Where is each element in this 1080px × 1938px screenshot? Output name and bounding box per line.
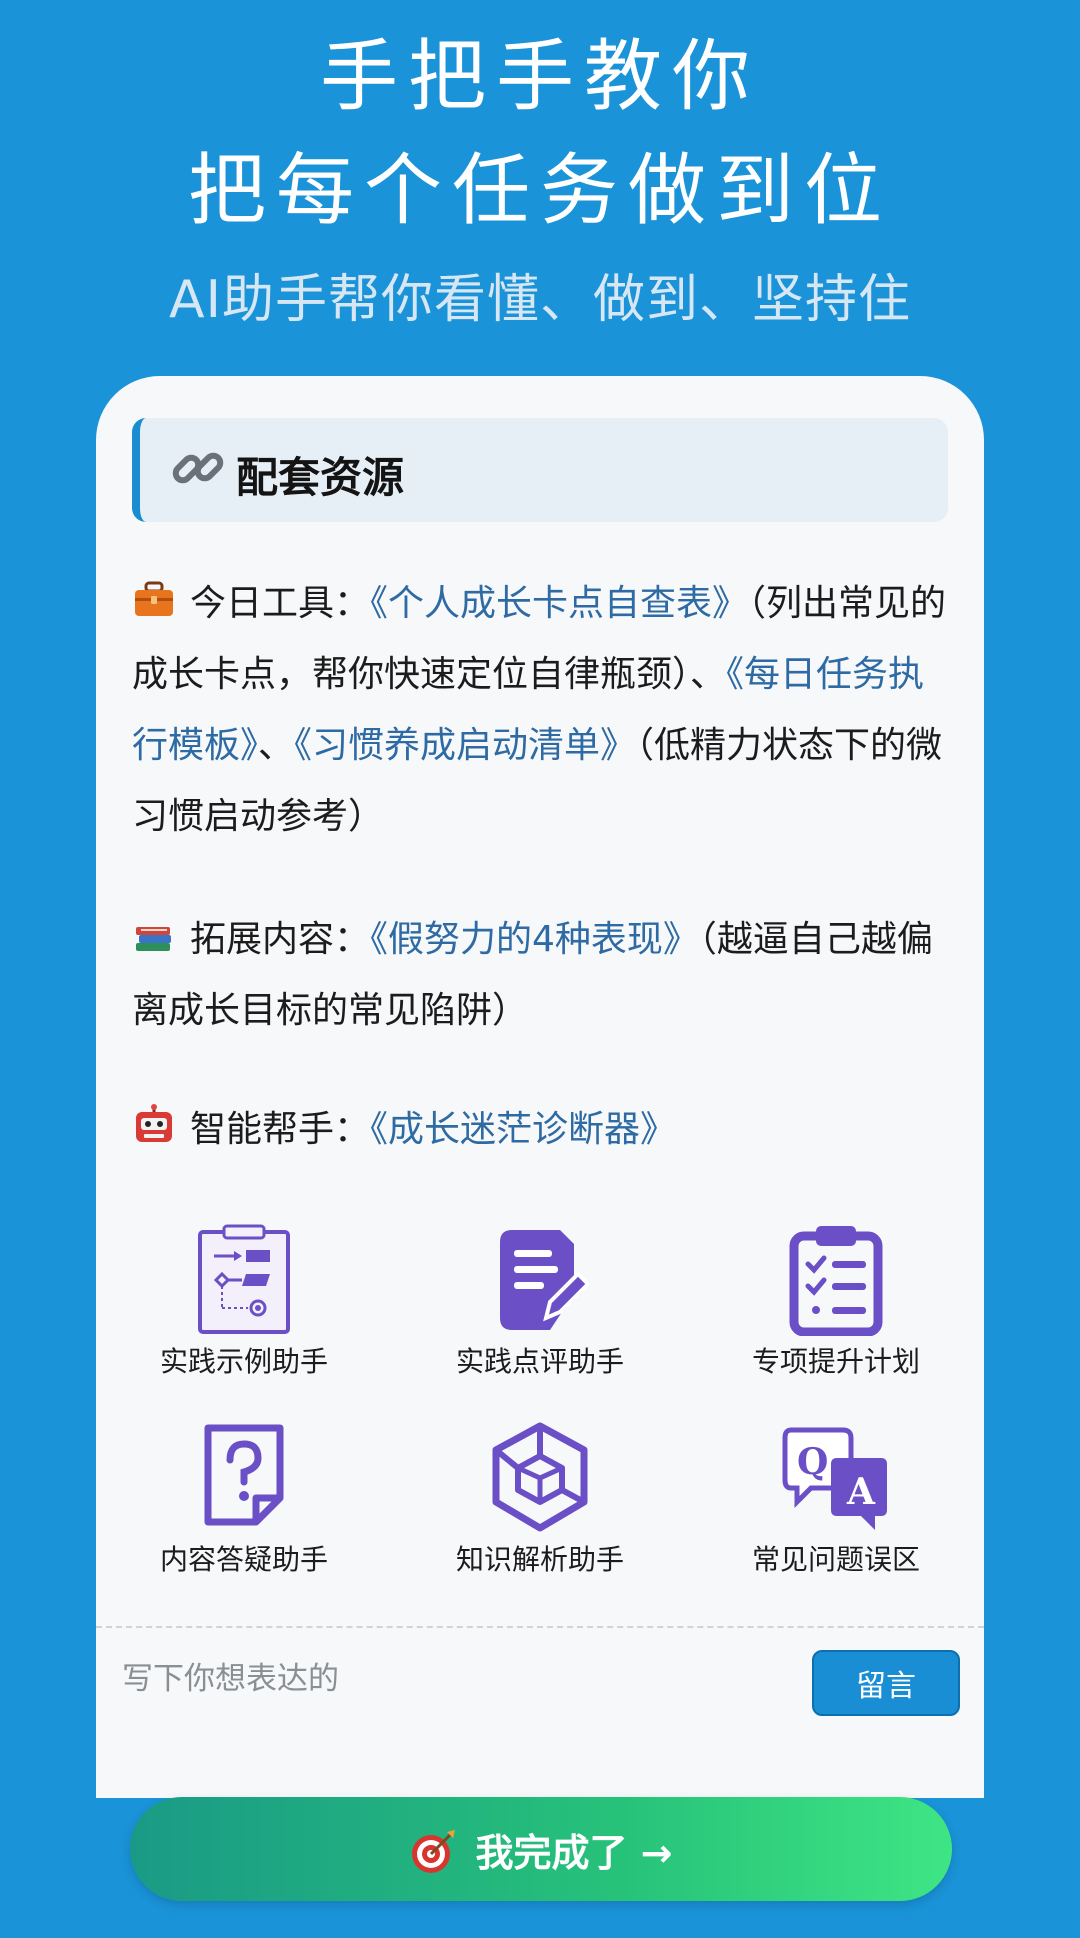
extended-content-block: 拓展内容：《假努力的4种表现》（越逼自己越偏离成长目标的常见陷阱） — [132, 904, 958, 1046]
link-growth-diagnoser[interactable]: 《成长迷茫诊断器》 — [370, 1109, 676, 1150]
tool-knowledge-analysis[interactable]: 知识解析助手 — [420, 1422, 660, 1578]
qa-bubbles-icon: Q A — [782, 1427, 887, 1530]
tool-content-qa[interactable]: 内容答疑助手 — [124, 1422, 364, 1578]
today-tools-block: 今日工具：《个人成长卡点自查表》（列出常见的成长卡点，帮你快速定位自律瓶颈）、《… — [132, 568, 958, 852]
cube-icon — [492, 1422, 588, 1532]
today-tools-label: 今日工具： — [190, 583, 371, 624]
flowchart-clipboard-icon — [198, 1224, 290, 1334]
resource-card: 配套资源 今日工具：《个人成长卡点自查表》（列出常见的成长卡点，帮你快速定位自律… — [96, 376, 984, 1938]
divider — [96, 1626, 984, 1628]
tool-label: 专项提升计划 — [751, 1345, 920, 1378]
today-tools-sep: 、 — [258, 725, 295, 766]
books-icon — [136, 927, 171, 951]
tool-label: 实践点评助手 — [455, 1345, 624, 1378]
tool-label: 常见问题误区 — [751, 1543, 920, 1576]
tool-label: 知识解析助手 — [455, 1543, 624, 1576]
tool-common-misconceptions[interactable]: Q A 常见问题误区 — [716, 1422, 956, 1578]
tool-special-plan[interactable]: 专项提升计划 — [716, 1224, 956, 1380]
link-habit-start-list[interactable]: 《习惯养成启动清单》 — [294, 725, 636, 766]
tool-label: 实践示例助手 — [159, 1345, 328, 1378]
resources-header: 配套资源 — [132, 418, 948, 522]
link-fake-effort[interactable]: 《假努力的4种表现》 — [370, 919, 699, 960]
robot-icon — [136, 1104, 172, 1142]
document-edit-icon — [500, 1230, 590, 1330]
comment-input[interactable] — [120, 1646, 684, 1712]
hero-subtitle: AI助手帮你看懂、做到、坚持住 — [169, 270, 911, 330]
tool-label: 内容答疑助手 — [159, 1543, 328, 1576]
checklist-clipboard-icon — [789, 1226, 883, 1336]
hero-title-line1: 手把手教你 — [319, 32, 760, 122]
extended-label: 拓展内容： — [190, 919, 371, 960]
toolbox-icon — [135, 581, 173, 616]
tool-practice-review[interactable]: 实践点评助手 — [420, 1224, 660, 1380]
resources-title: 配套资源 — [236, 453, 405, 502]
question-note-icon — [204, 1424, 284, 1526]
hero-title-line2: 把每个任务做到位 — [187, 146, 892, 236]
svg-text:Q: Q — [797, 1441, 828, 1483]
link-growth-checklist[interactable]: 《个人成长卡点自查表》 — [370, 583, 748, 624]
link-icon — [172, 452, 224, 484]
svg-text:A: A — [846, 1471, 876, 1513]
done-button-label: 我完成了 → — [475, 1830, 673, 1875]
target-icon — [412, 1829, 456, 1873]
leave-message-button[interactable]: 留言 — [812, 1650, 960, 1716]
assistant-label: 智能帮手： — [190, 1109, 371, 1150]
assistant-block: 智能帮手：《成长迷茫诊断器》 — [132, 1094, 958, 1165]
tool-practice-example[interactable]: 实践示例助手 — [124, 1224, 364, 1380]
done-button[interactable]: 我完成了 → — [130, 1797, 952, 1901]
